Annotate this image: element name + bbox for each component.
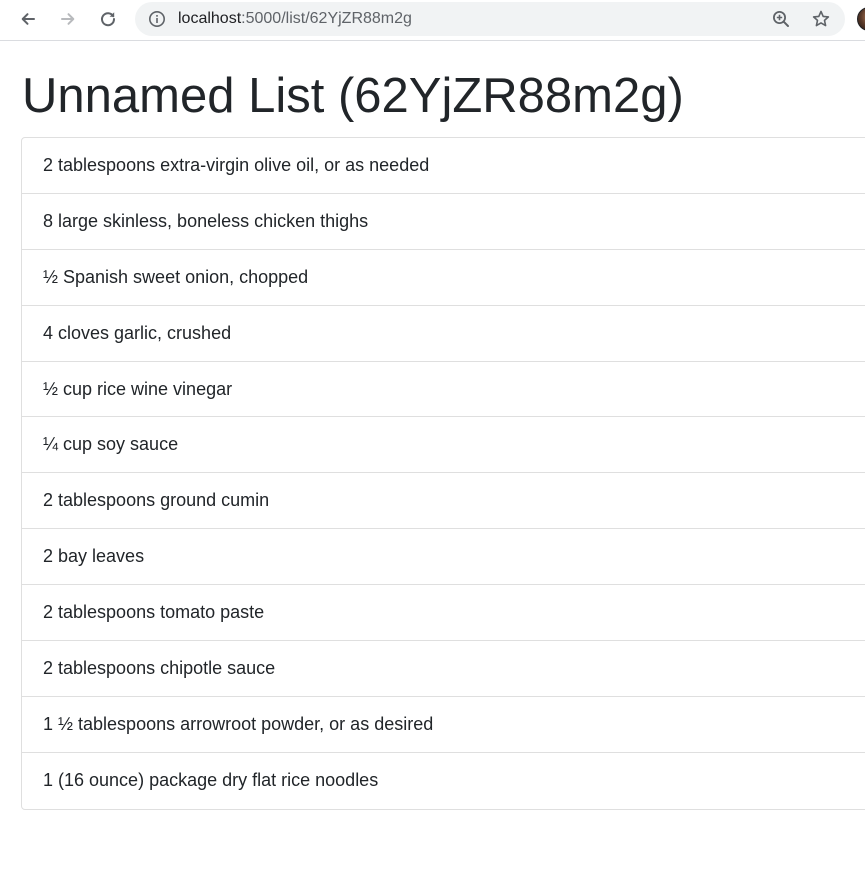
browser-toolbar: localhost:5000/list/62YjZR88m2g: [0, 0, 865, 41]
arrow-right-icon: [61, 13, 75, 25]
list-item: 2 tablespoons chipotle sauce: [22, 641, 865, 697]
list-item: 2 tablespoons ground cumin: [22, 473, 865, 530]
url-path: :5000/list/62YjZR88m2g: [241, 10, 412, 27]
ingredient-list: 2 tablespoons extra-virgin olive oil, or…: [21, 137, 865, 810]
list-item: ¼ cup soy sauce: [22, 417, 865, 474]
address-bar[interactable]: localhost:5000/list/62YjZR88m2g: [135, 2, 845, 36]
zoom-in-icon[interactable]: [771, 9, 791, 29]
list-item: ½ cup rice wine vinegar: [22, 362, 865, 418]
list-item: 4 cloves garlic, crushed: [22, 306, 865, 362]
forward-button[interactable]: [53, 5, 83, 33]
list-item: 2 bay leaves: [22, 529, 865, 586]
page-title: Unnamed List (62YjZR88m2g): [22, 69, 684, 123]
list-item: 2 tablespoons extra-virgin olive oil, or…: [22, 138, 865, 194]
star-icon[interactable]: [811, 9, 831, 29]
url-text[interactable]: localhost:5000/list/62YjZR88m2g: [178, 10, 412, 28]
reload-icon: [101, 12, 116, 27]
info-icon[interactable]: [148, 10, 166, 28]
avatar[interactable]: [857, 7, 865, 31]
list-item: 8 large skinless, boneless chicken thigh…: [22, 194, 865, 250]
back-button[interactable]: [13, 5, 43, 33]
list-item: 1 ½ tablespoons arrowroot powder, or as …: [22, 697, 865, 753]
url-host: localhost: [178, 10, 242, 27]
list-item: ½ Spanish sweet onion, chopped: [22, 250, 865, 306]
list-item: 1 (16 ounce) package dry flat rice noodl…: [43, 770, 379, 791]
reload-button[interactable]: [93, 5, 123, 33]
list-item: 2 tablespoons tomato paste: [22, 585, 865, 642]
arrow-left-icon: [21, 13, 35, 25]
